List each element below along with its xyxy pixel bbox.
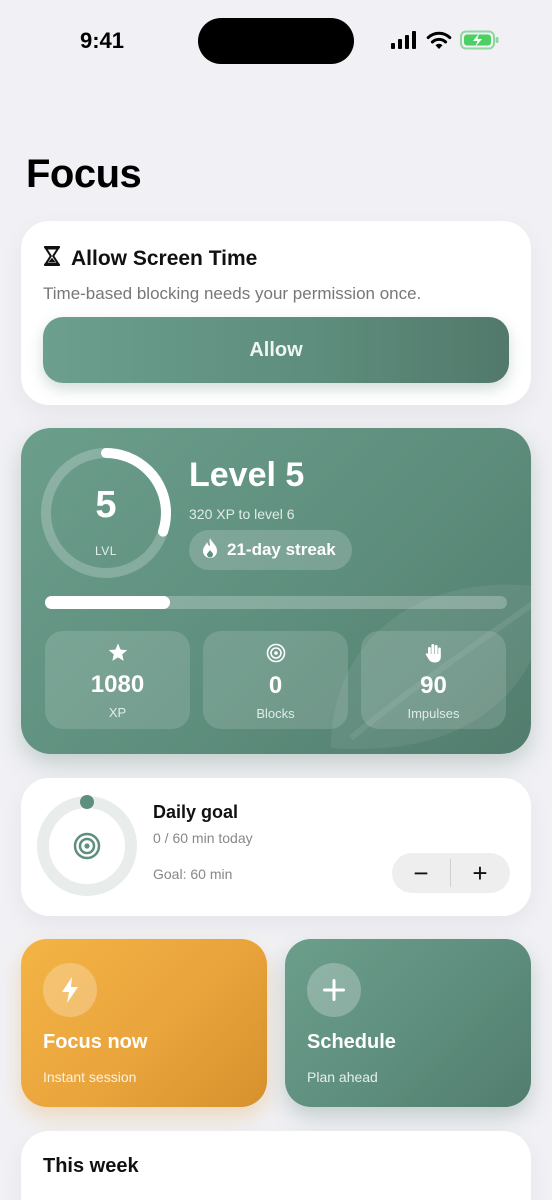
hourglass-icon [43, 245, 61, 272]
xp-progress-bar [45, 596, 507, 609]
daily-goal-title: Daily goal [153, 802, 239, 822]
focus-now-button[interactable]: Focus now Instant session [21, 939, 267, 1107]
stat-value: 0 [268, 672, 283, 699]
goal-stepper: − + [392, 853, 510, 893]
stat-label: Impulses [407, 706, 460, 721]
lightning-icon [43, 963, 97, 1017]
streak-badge: 21-day streak [189, 530, 352, 570]
plus-icon [307, 963, 361, 1017]
this-week-card: This week [21, 1131, 531, 1200]
daily-goal-target-text: Goal: 60 min [153, 866, 233, 882]
cellular-signal-icon [390, 31, 418, 54]
schedule-button[interactable]: Schedule Plan ahead [285, 939, 531, 1107]
level-number: 5 [95, 484, 117, 526]
page-title: Focus [26, 152, 142, 196]
this-week-title: This week [43, 1155, 139, 1177]
status-icons [390, 30, 500, 55]
stat-label: XP [108, 705, 127, 720]
screen-time-permission-card: Allow Screen Time Time-based blocking ne… [21, 221, 531, 405]
target-icon [73, 832, 101, 860]
permission-title: Allow Screen Time [71, 246, 258, 270]
stat-label: Blocks [256, 706, 295, 721]
permission-description: Time-based blocking needs your permissio… [43, 284, 422, 303]
increase-goal-button[interactable]: + [451, 853, 509, 893]
stat-value: 90 [420, 672, 447, 699]
wifi-icon [426, 31, 452, 55]
stat-tile-blocks: 0 Blocks [203, 631, 348, 729]
level-ring: 5 LVL [37, 444, 175, 582]
schedule-subtitle: Plan ahead [307, 1069, 378, 1085]
star-icon [108, 643, 128, 667]
xp-progress-fill [45, 596, 170, 609]
daily-goal-card: Daily goal 0 / 60 min today Goal: 60 min… [21, 778, 531, 916]
schedule-title: Schedule [307, 1031, 396, 1053]
decrease-goal-button[interactable]: − [392, 853, 450, 893]
hand-icon [425, 643, 443, 668]
stat-tile-xp: 1080 XP [45, 631, 190, 729]
level-title: Level 5 [189, 456, 305, 494]
streak-label: 21-day streak [227, 540, 336, 559]
level-subtitle: 320 XP to level 6 [189, 506, 295, 522]
target-icon [266, 643, 286, 668]
allow-button[interactable]: Allow [43, 317, 509, 383]
goal-progress-marker [80, 795, 94, 809]
status-bar: 9:41 [0, 0, 552, 80]
permission-header: Allow Screen Time [43, 245, 257, 272]
daily-goal-ring [35, 794, 139, 898]
stat-value: 1080 [90, 671, 145, 698]
dynamic-island [198, 18, 354, 64]
flame-icon [201, 537, 219, 564]
focus-now-subtitle: Instant session [43, 1069, 137, 1085]
stat-tile-impulses: 90 Impulses [361, 631, 506, 729]
focus-now-title: Focus now [43, 1031, 148, 1053]
daily-goal-progress-text: 0 / 60 min today [153, 830, 253, 846]
status-time: 9:41 [80, 28, 125, 53]
battery-icon [460, 30, 500, 55]
level-card: 5 LVL Level 5 320 XP to level 6 21-day s… [21, 428, 531, 754]
level-ring-caption: LVL [95, 544, 117, 558]
